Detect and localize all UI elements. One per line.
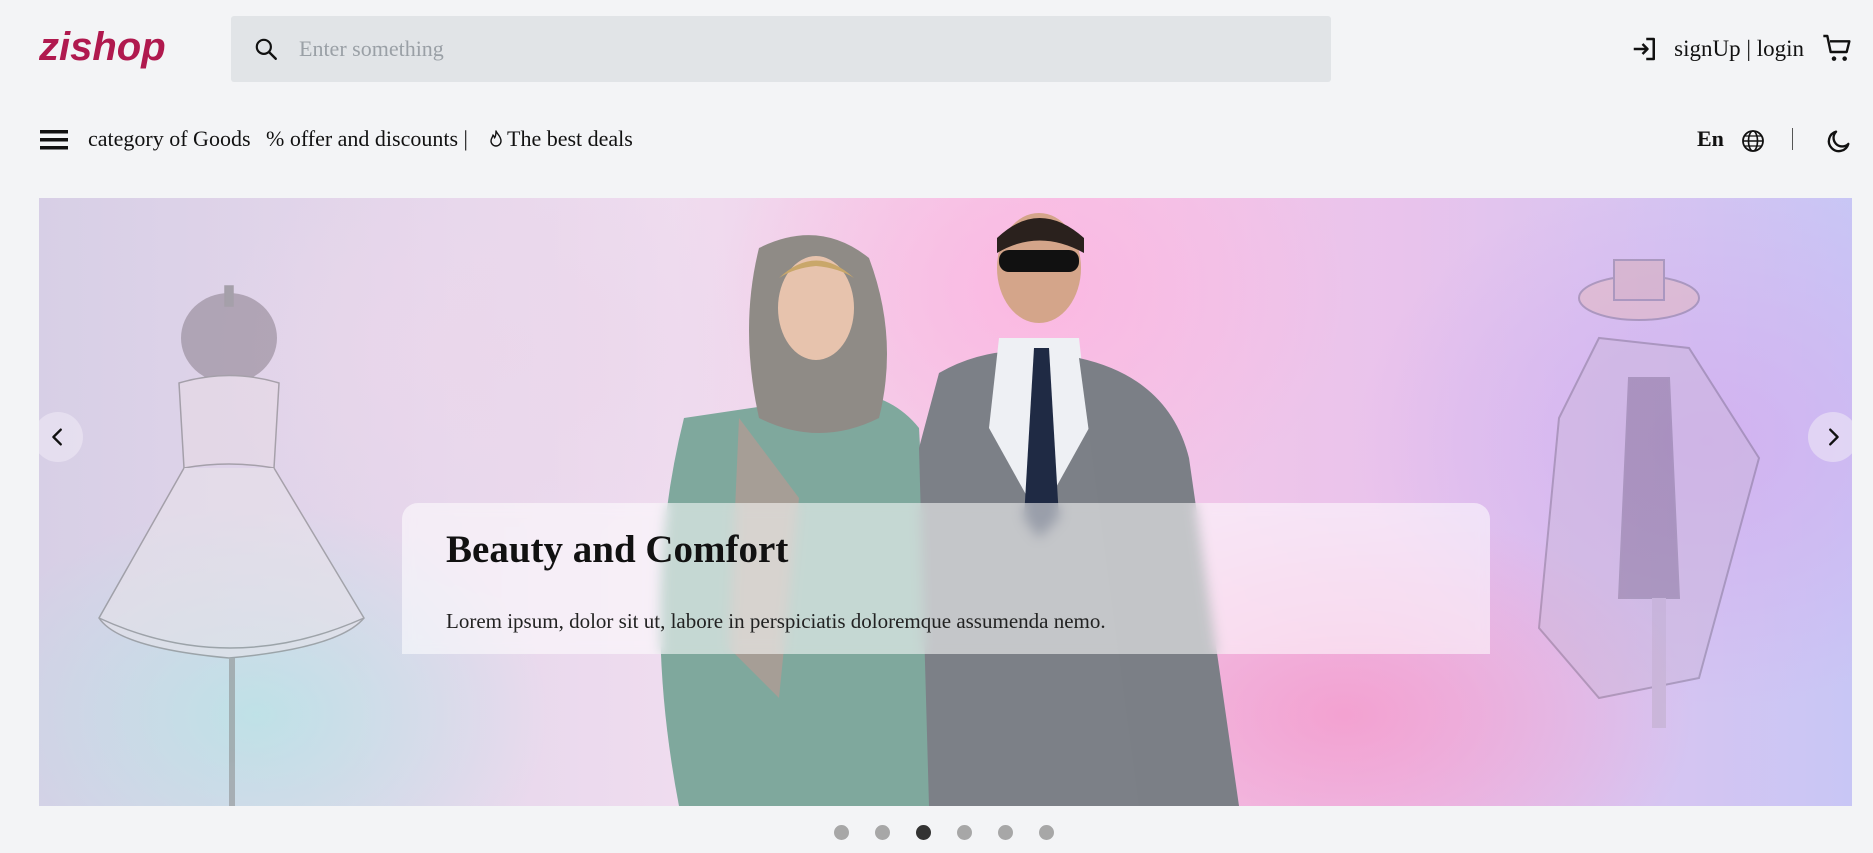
menu-icon[interactable]: [40, 128, 68, 152]
moon-icon[interactable]: [1825, 127, 1853, 155]
header: zishop signUp | login: [0, 0, 1873, 98]
carousel-dot[interactable]: [957, 825, 972, 840]
nav-category-link[interactable]: category of Goods: [88, 126, 251, 152]
login-icon: [1633, 37, 1656, 61]
globe-icon[interactable]: [1741, 129, 1765, 153]
carousel-pagination: [834, 825, 1080, 841]
slide-title: Beauty and Comfort: [446, 528, 789, 571]
carousel-dot[interactable]: [916, 825, 931, 840]
nav-best-deals-link[interactable]: The best deals: [488, 126, 633, 152]
carousel-next-button[interactable]: [1808, 412, 1852, 462]
chevron-right-icon: [1829, 428, 1839, 446]
category-nav: category of Goods % offer and discounts …: [0, 118, 1873, 162]
slide-text: Lorem ipsum, dolor sit ut, labore in per…: [446, 609, 1106, 633]
flame-icon: [490, 130, 502, 147]
carousel-dot[interactable]: [1039, 825, 1054, 840]
search-icon[interactable]: [253, 36, 279, 62]
chevron-left-icon: [52, 428, 62, 446]
login-link[interactable]: signUp | login: [1630, 26, 1804, 72]
cart-icon[interactable]: [1821, 32, 1855, 64]
hero-carousel: Beauty and Comfort Lorem ipsum, dolor si…: [39, 198, 1852, 806]
carousel-dot[interactable]: [834, 825, 849, 840]
nav-best-deals-label: The best deals: [507, 126, 633, 151]
divider: [1792, 128, 1793, 150]
carousel-dot[interactable]: [998, 825, 1013, 840]
nav-offer-link[interactable]: % offer and discounts |: [266, 126, 468, 152]
logo-text: zishop: [39, 25, 166, 69]
carousel-dot[interactable]: [875, 825, 890, 840]
login-label: signUp | login: [1674, 36, 1804, 61]
logo[interactable]: zishop: [39, 22, 205, 72]
language-label[interactable]: En: [1697, 126, 1724, 152]
banner-illustration: [98, 213, 1761, 806]
search-bar: [231, 16, 1331, 82]
slide-caption: Beauty and Comfort Lorem ipsum, dolor si…: [402, 503, 1490, 654]
search-input[interactable]: [297, 35, 1301, 63]
